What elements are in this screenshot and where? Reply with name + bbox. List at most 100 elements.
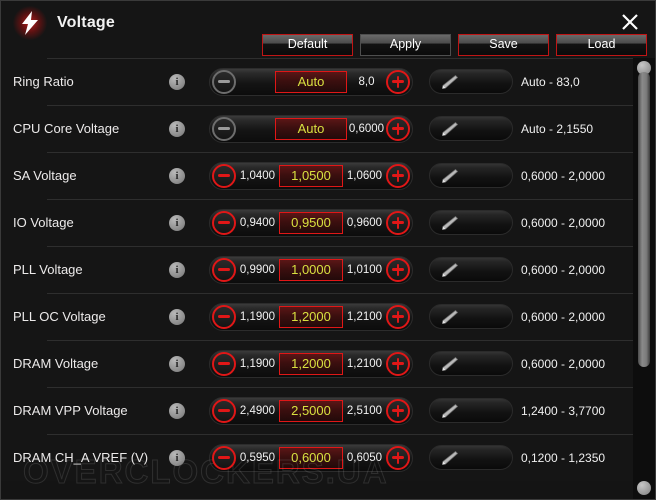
- decrement-button[interactable]: [212, 445, 236, 470]
- info-icon[interactable]: i: [169, 73, 185, 90]
- stepper-values: Auto 8,0: [236, 69, 386, 95]
- next-value: 0,9600: [346, 216, 383, 229]
- info-icon[interactable]: i: [169, 214, 185, 231]
- increment-button[interactable]: [386, 163, 410, 188]
- manual-entry-field[interactable]: [429, 210, 513, 235]
- minus-icon: [218, 221, 230, 224]
- setting-label: DRAM Voltage: [13, 356, 99, 371]
- info-icon[interactable]: i: [169, 167, 185, 184]
- info-icon[interactable]: i: [169, 402, 185, 419]
- next-value: 1,2100: [346, 357, 383, 370]
- manual-entry-field[interactable]: [429, 69, 513, 94]
- current-value[interactable]: Auto: [275, 70, 347, 93]
- minus-icon: [218, 409, 230, 412]
- increment-button[interactable]: [386, 351, 410, 376]
- default-button[interactable]: Default: [262, 34, 353, 56]
- manual-entry-field[interactable]: [429, 445, 513, 470]
- increment-button[interactable]: [386, 398, 410, 423]
- plus-icon-v: [396, 451, 400, 464]
- setting-label: Ring Ratio: [13, 74, 74, 89]
- close-icon[interactable]: [615, 7, 645, 37]
- manual-entry-field[interactable]: [429, 351, 513, 376]
- scrollbar-thumb[interactable]: [638, 72, 650, 367]
- decrement-button[interactable]: [212, 398, 236, 423]
- voltage-settings-list: Ring Ratio i Auto 8,0 Auto - 83,0 CPU Core Vo…: [1, 58, 655, 499]
- current-value[interactable]: Auto: [275, 117, 347, 140]
- increment-button[interactable]: [386, 69, 410, 94]
- decrement-button[interactable]: [212, 69, 236, 94]
- manual-entry-field[interactable]: [429, 304, 513, 329]
- increment-button[interactable]: [386, 445, 410, 470]
- pencil-icon: [442, 356, 459, 371]
- stepper-values: 1,1900 1,2000 1,2100: [236, 351, 386, 377]
- manual-entry-field[interactable]: [429, 398, 513, 423]
- decrement-button[interactable]: [212, 116, 236, 141]
- setting-row: CPU Core Voltage i Auto 0,6000 Auto - 2,1550: [1, 105, 655, 152]
- previous-value: 1,1900: [239, 357, 276, 370]
- vertical-scrollbar[interactable]: [633, 58, 655, 499]
- page-title: Voltage: [57, 14, 116, 31]
- decrement-button[interactable]: [212, 351, 236, 376]
- info-icon[interactable]: i: [169, 261, 185, 278]
- range-text: 0,6000 - 2,0000: [521, 215, 606, 230]
- plus-icon-v: [396, 216, 400, 229]
- current-value[interactable]: 1,0500: [279, 164, 343, 187]
- decrement-button[interactable]: [212, 163, 236, 188]
- previous-value: 0,9900: [239, 263, 276, 276]
- value-stepper: 0,5950 0,6000 0,6050: [209, 443, 413, 472]
- manual-entry-field[interactable]: [429, 116, 513, 141]
- decrement-button[interactable]: [212, 304, 236, 329]
- previous-value: 2,4900: [239, 404, 276, 417]
- decrement-button[interactable]: [212, 210, 236, 235]
- apply-button[interactable]: Apply: [360, 34, 451, 56]
- setting-label: CPU Core Voltage: [13, 121, 120, 136]
- info-icon[interactable]: i: [169, 120, 185, 137]
- bolt-svg: [22, 11, 38, 35]
- next-value: 8,0: [358, 75, 375, 88]
- value-stepper: 1,0400 1,0500 1,0600: [209, 161, 413, 190]
- value-stepper: 0,9400 0,9500 0,9600: [209, 208, 413, 237]
- minus-icon: [218, 268, 230, 271]
- setting-row: DRAM Voltage i 1,1900 1,2000 1,2100 0,6000 - …: [1, 340, 655, 387]
- current-value[interactable]: 1,2000: [279, 305, 343, 328]
- range-text: 0,6000 - 2,0000: [521, 356, 606, 371]
- increment-button[interactable]: [386, 116, 410, 141]
- setting-row: Ring Ratio i Auto 8,0 Auto - 83,0: [1, 58, 655, 105]
- current-value[interactable]: 0,6000: [279, 446, 343, 469]
- manual-entry-field[interactable]: [429, 163, 513, 188]
- info-icon[interactable]: i: [169, 449, 185, 466]
- current-value[interactable]: 2,5000: [279, 399, 343, 422]
- stepper-values: 0,9400 0,9500 0,9600: [236, 210, 386, 236]
- current-value[interactable]: 0,9500: [279, 211, 343, 234]
- info-icon[interactable]: i: [169, 308, 185, 325]
- pencil-icon: [442, 309, 459, 324]
- value-stepper: Auto 0,6000: [209, 114, 413, 143]
- value-stepper: Auto 8,0: [209, 67, 413, 96]
- plus-icon-v: [396, 169, 400, 182]
- title-group: Voltage: [13, 6, 116, 40]
- stepper-values: 0,9900 1,0000 1,0100: [236, 257, 386, 283]
- minus-icon: [218, 80, 230, 83]
- stepper-values: 2,4900 2,5000 2,5100: [236, 398, 386, 424]
- range-text: 0,6000 - 2,0000: [521, 262, 606, 277]
- decrement-button[interactable]: [212, 257, 236, 282]
- setting-row: DRAM CH_A VREF (V) i 0,5950 0,6000 0,6050 0,1…: [1, 434, 655, 481]
- pencil-icon: [442, 215, 459, 230]
- setting-row: IO Voltage i 0,9400 0,9500 0,9600 0,6000 - 2,…: [1, 199, 655, 246]
- save-button[interactable]: Save: [458, 34, 549, 56]
- increment-button[interactable]: [386, 257, 410, 282]
- range-text: 1,2400 - 3,7700: [521, 403, 606, 418]
- next-value: 1,0100: [346, 263, 383, 276]
- increment-button[interactable]: [386, 210, 410, 235]
- info-icon[interactable]: i: [169, 355, 185, 372]
- action-button-bar: Default Apply Save Load: [262, 34, 647, 56]
- setting-label: PLL OC Voltage: [13, 309, 106, 324]
- increment-button[interactable]: [386, 304, 410, 329]
- scroll-down-button[interactable]: [637, 481, 651, 495]
- manual-entry-field[interactable]: [429, 257, 513, 282]
- previous-value: 0,9400: [239, 216, 276, 229]
- load-button[interactable]: Load: [556, 34, 647, 56]
- current-value[interactable]: 1,2000: [279, 352, 343, 375]
- current-value[interactable]: 1,0000: [279, 258, 343, 281]
- setting-row: PLL OC Voltage i 1,1900 1,2000 1,2100 0,6000 …: [1, 293, 655, 340]
